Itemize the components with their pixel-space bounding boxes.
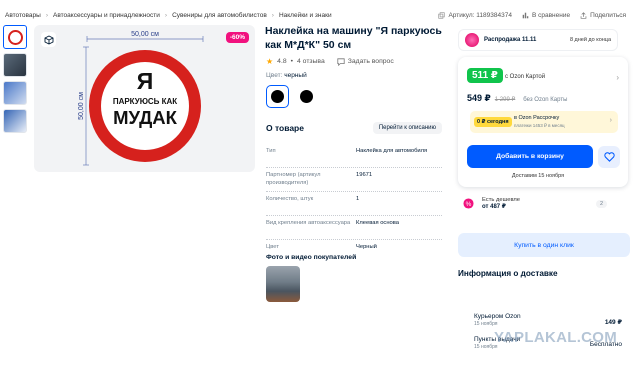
go-to-description-button[interactable]: Перейти к описанию — [372, 122, 442, 134]
installment-banner[interactable]: 0 ₽ сегодня в Ozon Рассрочку платежи 145… — [470, 111, 618, 133]
chat-icon — [337, 57, 345, 66]
product-title: Наклейка на машину "Я паркуюсь как М*Д*К… — [265, 25, 442, 51]
product-main-image[interactable]: -60% 50,00 см 50,00 см Я ПАРКУЮСЬ КАК МУ… — [34, 25, 255, 172]
installment-subtitle: платежи 1453 ₽ в месяц — [514, 123, 565, 128]
star-icon: ★ — [266, 57, 274, 66]
rating-row: ★ 4.8 • 4 отзыва Задать вопрос — [266, 57, 394, 66]
sale-countdown: 8 дней до конца — [569, 37, 611, 43]
sale-banner[interactable]: Распродажа 11.11 8 дней до конца — [458, 29, 618, 51]
sign-text-ya: Я — [137, 68, 154, 94]
spec-value: Клеевая основа — [356, 220, 399, 226]
reviews-link[interactable]: 4 отзыва — [297, 58, 325, 65]
breadcrumb-item[interactable]: Автотовары — [5, 12, 41, 19]
chevron-right-icon[interactable]: › — [616, 73, 619, 82]
thumbnail[interactable] — [3, 109, 27, 133]
old-price: 1 299 ₽ — [494, 97, 516, 103]
thumbnail[interactable] — [3, 53, 27, 77]
spec-value: Наклейка для автомобиля — [356, 148, 428, 154]
spec-key: Партномер (артикул производителя) — [266, 172, 321, 186]
color-value: черный — [284, 72, 307, 79]
cheaper-price: от 487 ₽ — [482, 204, 506, 210]
svg-text:%: % — [466, 201, 472, 208]
percent-tag-icon: % — [463, 198, 474, 209]
spec-row: Партномер (артикул производителя) 19671 — [266, 168, 442, 192]
spec-key: Количество, штук — [266, 196, 314, 202]
delivery-option[interactable]: Курьером Ozon 15 ноября — [474, 313, 521, 327]
spec-table: Тип Наклейка для автомобиля Партномер (ар… — [266, 144, 442, 264]
spec-row: Вид крепления автоаксессуара Клеевая осно… — [266, 216, 442, 240]
sign-text-bottom: МУДАК — [113, 107, 178, 128]
ozon-card-label: с Ozon Картой — [505, 74, 546, 80]
installment-tag: 0 ₽ сегодня — [474, 117, 512, 127]
breadcrumb: Автотовары › Автоаксессуары и принадлежно… — [5, 12, 332, 19]
delivery-option-price: 149 ₽ — [604, 319, 622, 326]
about-section: О товаре Перейти к описанию Тип Наклейка … — [266, 122, 442, 264]
about-heading: О товаре — [266, 123, 304, 133]
spec-row: Количество, штук 1 — [266, 192, 442, 216]
delivery-date: Доставим 15 ноября — [511, 173, 565, 179]
color-swatch-black[interactable] — [295, 85, 318, 108]
share-button[interactable]: Поделиться — [580, 12, 626, 19]
installment-title: в Ozon Рассрочку — [514, 115, 560, 121]
color-swatches — [266, 85, 318, 108]
compare-button[interactable]: В сравнение — [522, 12, 570, 19]
buy-one-click-button[interactable]: Купить в один клик — [458, 233, 630, 257]
delivery-option-name: Курьером Ozon — [474, 313, 521, 320]
compare-icon — [522, 12, 529, 19]
breadcrumb-separator: › — [164, 12, 168, 19]
price-card: 511 ₽ с Ozon Картой › 549 ₽ 1 299 ₽ без … — [458, 57, 628, 187]
price-row: 549 ₽ 1 299 ₽ без Ozon Карты — [467, 93, 567, 104]
copy-icon — [438, 12, 446, 19]
cheaper-offers[interactable]: % Есть дешевле от 487 ₽ 2 — [463, 197, 613, 210]
spec-row: Тип Наклейка для автомобиля — [266, 144, 442, 168]
sale-flower-icon — [465, 33, 479, 47]
chevron-right-icon: › — [609, 117, 612, 124]
breadcrumb-separator: › — [45, 12, 48, 19]
spec-key: Тип — [266, 148, 276, 154]
customer-photos-heading: Фото и видео покупателей — [266, 254, 357, 261]
breadcrumb-separator: › — [271, 12, 274, 19]
without-card-label: без Ozon Карты — [523, 97, 568, 103]
sale-title: Распродажа 11.11 — [484, 37, 537, 43]
spec-value: 1 — [356, 196, 360, 202]
ask-question-link[interactable]: Задать вопрос — [337, 57, 394, 66]
thumbnail-list — [3, 25, 27, 133]
breadcrumb-item[interactable]: Автоаксессуары и принадлежности — [53, 12, 160, 19]
delivery-option-date: 15 ноября — [474, 321, 498, 327]
swatch-color — [300, 90, 313, 103]
breadcrumb-item[interactable]: Наклейки и знаки — [279, 12, 332, 19]
sku-label[interactable]: Артикул: 1189384374 — [438, 12, 512, 19]
sign-text-middle: ПАРКУЮСЬ КАК — [113, 97, 177, 106]
ozon-card-price: 511 ₽ — [467, 68, 503, 83]
heart-icon — [603, 152, 615, 162]
add-to-cart-button[interactable]: Добавить в корзину — [467, 145, 593, 168]
thumbnail[interactable] — [3, 81, 27, 105]
sign-illustration: 50,00 см 50,00 см Я ПАРКУЮСЬ КАК МУДАК — [78, 31, 204, 166]
width-label: 50,00 см — [131, 31, 159, 38]
regular-price: 549 ₽ — [467, 93, 491, 103]
dot-separator: • — [290, 58, 294, 65]
breadcrumb-item[interactable]: Сувениры для автомобилистов — [172, 12, 267, 19]
swatch-color — [271, 90, 284, 103]
customer-photo[interactable] — [266, 266, 300, 302]
spec-value: 19671 — [356, 172, 373, 178]
rating-value: 4.8 — [277, 58, 287, 65]
watermark: YAPLAKAL.COM — [494, 329, 618, 346]
sign-thumbnail-image — [8, 30, 23, 45]
thumbnail[interactable] — [3, 25, 27, 49]
spec-key: Вид крепления автоаксессуара — [266, 220, 351, 226]
favorite-button[interactable] — [598, 146, 620, 168]
spec-value: Черный — [356, 244, 377, 250]
color-swatch-black-selected[interactable] — [266, 85, 289, 108]
height-label: 50,00 см — [78, 92, 85, 120]
color-label: Цвет: черный — [266, 72, 307, 79]
share-icon — [580, 12, 587, 19]
cheaper-count-badge: 2 — [595, 200, 607, 208]
delivery-info-heading: Информация о доставке — [458, 269, 558, 278]
header-actions: Артикул: 1189384374 В сравнение Поделить… — [438, 12, 626, 19]
